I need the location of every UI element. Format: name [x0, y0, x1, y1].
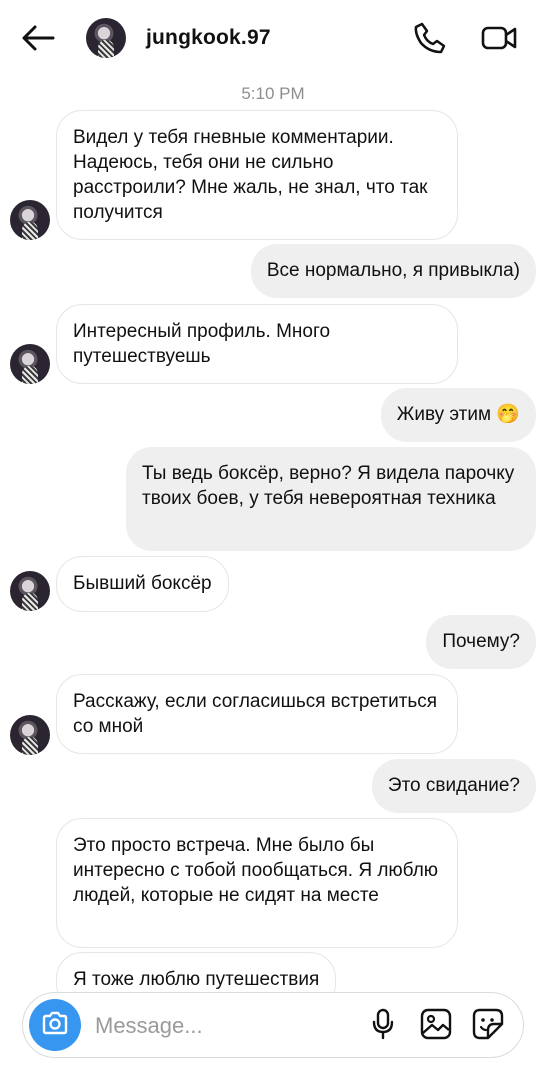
- incoming-message[interactable]: Видел у тебя гневные комментарии. Надеюс…: [56, 110, 458, 240]
- message-text: Бывший боксёр: [73, 573, 212, 594]
- camera-icon: [41, 1011, 69, 1040]
- outgoing-message[interactable]: Живу этим 🤭: [380, 388, 536, 442]
- message-text: Расскажу, если согласишься встретиться с…: [73, 691, 438, 737]
- gallery-button[interactable]: [419, 1008, 453, 1045]
- outgoing-message[interactable]: Все нормально, я привыкла): [250, 244, 536, 298]
- incoming-message[interactable]: Расскажу, если согласишься встретиться с…: [56, 674, 458, 754]
- image-gallery-icon: [420, 1008, 452, 1045]
- incoming-message[interactable]: Бывший боксёр: [56, 556, 229, 612]
- message-text: Интересный профиль. Много путешествуешь: [73, 321, 331, 367]
- chat-header: jungkook.97: [0, 0, 546, 80]
- video-call-button[interactable]: [478, 20, 520, 60]
- voice-call-button[interactable]: [410, 20, 450, 60]
- message-text: Почему?: [442, 631, 520, 652]
- message-text: Все нормально, я привыкла): [266, 260, 520, 281]
- video-camera-icon: [481, 24, 517, 57]
- camera-button[interactable]: [29, 999, 81, 1051]
- sender-avatar[interactable]: [10, 715, 50, 755]
- message-text: Живу этим 🤭: [396, 404, 520, 425]
- chat-username[interactable]: jungkook.97: [146, 26, 271, 50]
- incoming-message[interactable]: Интересный профиль. Много путешествуешь: [56, 304, 458, 384]
- outgoing-message[interactable]: Почему?: [426, 615, 536, 669]
- sender-avatar[interactable]: [10, 344, 50, 384]
- message-text: Ты ведь боксёр, верно? Я видела парочку …: [142, 463, 515, 509]
- message-text: Я тоже люблю путешествия: [73, 969, 320, 990]
- thread-timestamp: 5:10 PM: [241, 84, 305, 103]
- sticker-icon: [472, 1008, 504, 1045]
- message-input[interactable]: [95, 1007, 355, 1045]
- back-button[interactable]: [18, 20, 58, 60]
- voice-message-button[interactable]: [369, 1008, 397, 1045]
- sender-avatar[interactable]: [10, 571, 50, 611]
- message-composer: [22, 992, 524, 1058]
- header-avatar[interactable]: [86, 18, 126, 58]
- sender-avatar[interactable]: [10, 200, 50, 240]
- sticker-button[interactable]: [471, 1008, 505, 1045]
- message-text: Видел у тебя гневные комментарии. Надеюс…: [73, 127, 428, 223]
- phone-icon: [413, 21, 447, 60]
- outgoing-message[interactable]: Ты ведь боксёр, верно? Я видела парочку …: [126, 447, 536, 551]
- message-text: Это просто встреча. Мне было бы интересн…: [73, 835, 439, 906]
- microphone-icon: [372, 1008, 394, 1045]
- outgoing-message[interactable]: Это свидание?: [371, 759, 536, 813]
- arrow-left-icon: [21, 24, 55, 57]
- message-text: Это свидание?: [387, 775, 520, 796]
- incoming-message[interactable]: Это просто встреча. Мне было бы интересн…: [56, 818, 458, 948]
